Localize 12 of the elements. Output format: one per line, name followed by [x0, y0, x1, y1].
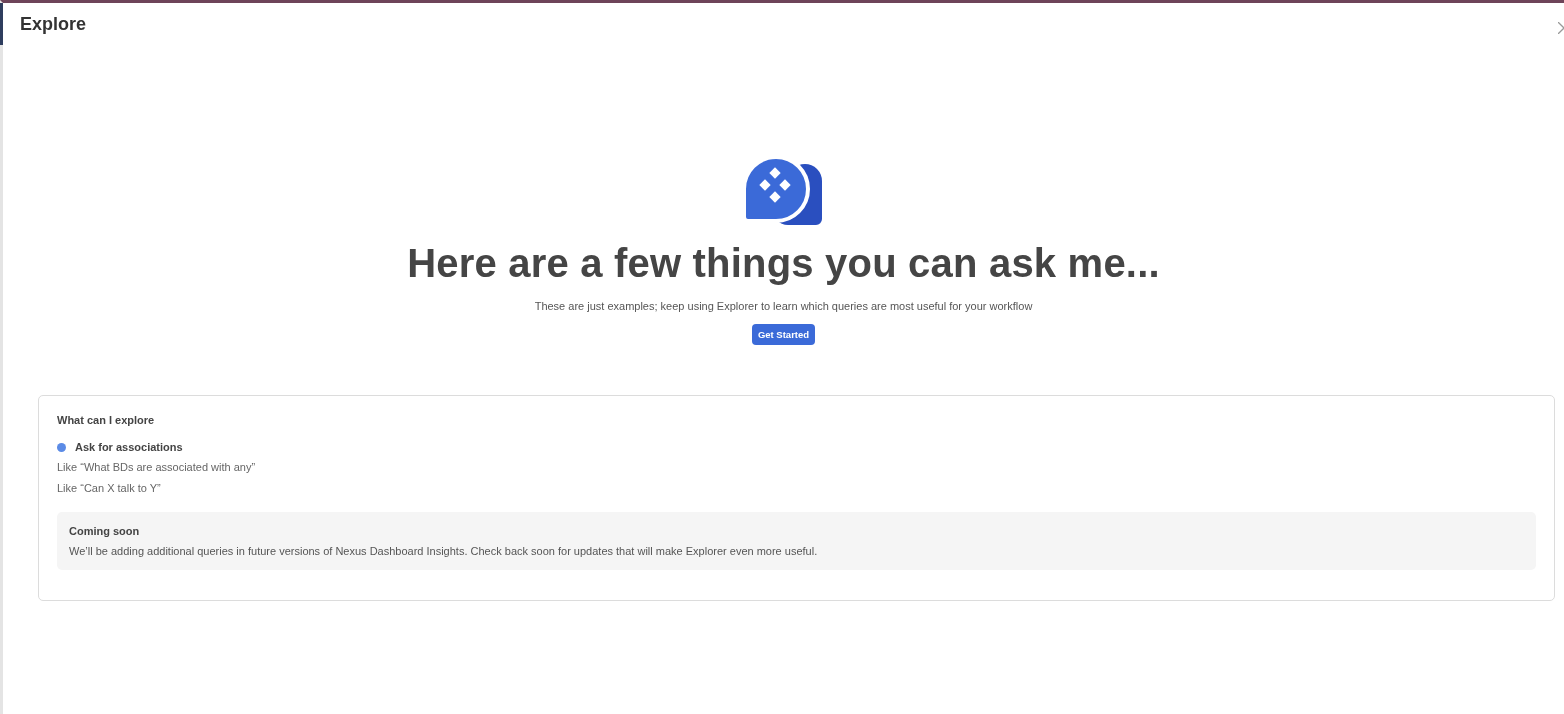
example-query: Like “What BDs are associated with any” [57, 461, 257, 473]
topic-label: Ask for associations [75, 441, 183, 453]
hero-heading: Here are a few things you can ask me... [407, 241, 1160, 286]
hero-subtitle: These are just examples; keep using Explorer to learn which queries are most useful for your workflow [534, 300, 1033, 312]
get-started-button[interactable]: Get Started [751, 324, 816, 345]
window-title: Explore [20, 13, 87, 35]
example-query: Like “Can X talk to Y” [57, 482, 162, 494]
bullet-icon [57, 442, 66, 452]
notice-text: We’ll be adding additional queries in future versions of Nexus Dashboard Insights. Check back soon for updates that will make Explorer even more useful. [69, 545, 819, 557]
chat-bubbles-icon [743, 157, 824, 227]
notice-title: Coming soon [69, 525, 141, 537]
card-title: What can I explore [57, 414, 156, 426]
